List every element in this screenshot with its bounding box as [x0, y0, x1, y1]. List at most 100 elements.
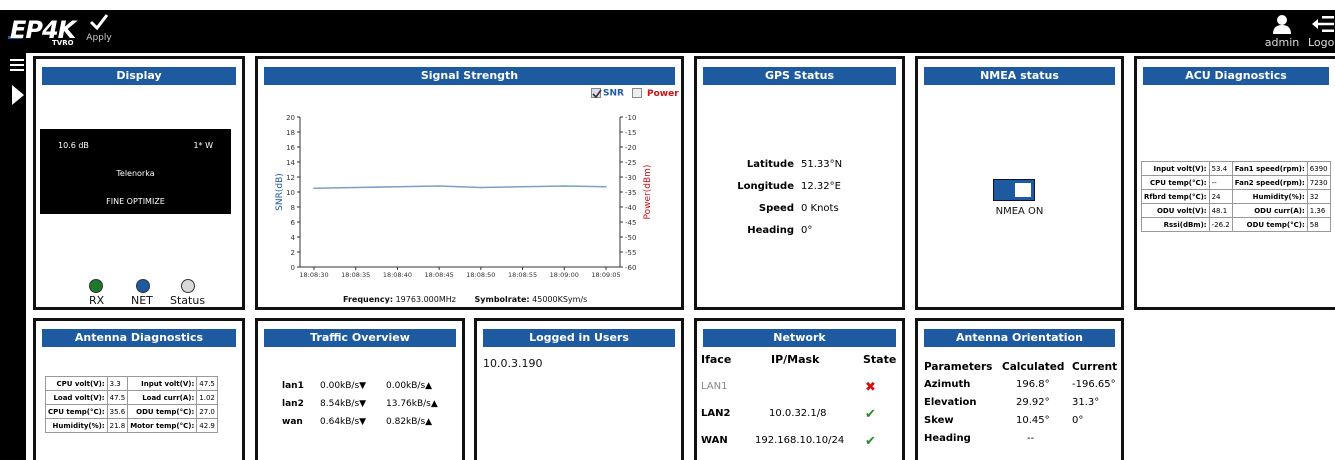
acu-title: ACU Diagnostics [1143, 67, 1329, 85]
orientation-calc: -- [1027, 433, 1035, 444]
network-header: IP/Mask [771, 353, 820, 366]
network-ip: 192.168.10.10/24 [755, 435, 845, 446]
side-nav [0, 53, 26, 460]
frequency-label: Frequency: [343, 295, 394, 304]
snr-point [396, 185, 399, 188]
y2-tick-label: -40 [625, 204, 636, 212]
display-db: 10.6 dB [58, 141, 89, 150]
status-led-label: Status [170, 294, 206, 307]
y-tick-label: 2 [291, 249, 295, 257]
x-tick-label: 18:09:05 [591, 271, 620, 279]
orientation-title: Antenna Orientation [924, 329, 1115, 347]
network-header: State [863, 353, 897, 366]
y-axis-label: SNR(dB) [275, 173, 285, 211]
orientation-calc: 196.8° [1016, 379, 1050, 390]
y-tick-label: 8 [291, 204, 295, 212]
snr-series-line [313, 185, 607, 190]
x-tick-label: 18:08:40 [383, 271, 412, 279]
traffic-iface: lan1 [282, 381, 304, 391]
x-tick-label: 18:08:30 [299, 271, 328, 279]
diag-value: 7230 [1306, 175, 1331, 190]
diag-value: 1.36 [1306, 203, 1331, 218]
y2-tick-label: -60 [625, 264, 636, 272]
snr-point [354, 186, 357, 189]
diag-value: 42.9 [196, 418, 218, 433]
traffic-table: lan1 0.00kB/s▼ 0.00kB/s▲ lan2 8.54kB/s▼ 13.7… [282, 381, 452, 435]
orientation-calc: 29.92° [1016, 397, 1050, 408]
diag-key: Load volt(V): [45, 390, 108, 405]
frequency-value: 19763.000MHz [395, 295, 456, 304]
diag-row: CPU temp(°C): -- Fan2 speed(rpm): 7230 [1141, 175, 1331, 190]
x-tick-label: 18:08:35 [341, 271, 370, 279]
network-header: Iface [701, 353, 732, 366]
apply-button[interactable]: Apply [84, 13, 114, 51]
dashboard: EP4K TVRO Apply admin Logo Display 10.6 … [0, 0, 1335, 460]
y2-tick-label: -10 [625, 114, 636, 122]
menu-icon[interactable] [10, 59, 24, 73]
y2-tick-label: -15 [625, 129, 636, 137]
network-state-error-icon: ✖ [865, 380, 876, 395]
traffic-rx: 8.54kB/s▼ [320, 399, 367, 409]
display-mode: FINE OPTIMIZE [106, 197, 165, 206]
logged-users-panel: Logged in Users 10.0.3.190 [474, 318, 684, 460]
diag-key: Humidity(%): [45, 418, 108, 433]
diag-value: 48.1 [1208, 203, 1233, 218]
user-menu[interactable]: admin [1262, 13, 1302, 49]
diag-key: Rfbrd temp(°C): [1141, 189, 1210, 204]
diag-key: Input volt(V): [127, 376, 198, 391]
logout-button[interactable]: Logo [1308, 13, 1335, 49]
gps-key: Latitude [746, 159, 794, 170]
diag-row: ODU volt(V): 48.1 ODU curr(A): 1.36 [1141, 203, 1331, 218]
diag-key: ODU temp(°C): [127, 404, 198, 419]
diag-value: 3.3 [106, 376, 129, 391]
logo-subtitle: TVRO [52, 39, 74, 47]
orientation-calc: 10.45° [1016, 415, 1050, 426]
signal-panel: Signal Strength SNR Power 0 2 4 6 8 10 12 14 16 1… [255, 56, 684, 310]
diag-row: Rssi(dBm): -26.2 ODU temp(°C): 58 [1141, 217, 1331, 232]
x-tick-label: 18:08:50 [466, 271, 495, 279]
gps-row: Speed 0 Knots [697, 203, 902, 219]
y-tick-label: 18 [286, 129, 295, 137]
snr-point [521, 185, 524, 188]
orientation-row: Heading -- [924, 433, 1120, 451]
diag-value: 35.6 [106, 404, 129, 419]
y2-tick-label: -45 [625, 219, 636, 227]
logged-users-title: Logged in Users [483, 329, 675, 347]
traffic-rx: 0.00kB/s▼ [320, 381, 367, 391]
diag-key: Fan2 speed(rpm): [1231, 175, 1308, 190]
diag-key: Rssi(dBm): [1141, 217, 1210, 232]
nmea-toggle[interactable] [993, 179, 1035, 201]
y-tick-label: 16 [286, 144, 295, 152]
gps-row: Latitude 51.33°N [697, 159, 902, 175]
diag-row: Humidity(%): 21.8 Motor temp(°C): 42.9 [45, 418, 218, 433]
apply-label: Apply [86, 33, 112, 43]
traffic-row: wan 0.64kB/s▼ 0.82kB/s▲ [282, 417, 452, 435]
display-screen: 10.6 dB 1* W Telenorka FINE OPTIMIZE [40, 129, 231, 214]
y-tick-label: 6 [291, 219, 296, 227]
diag-row: Rfbrd temp(°C): 24 Humidity(%): 32 [1141, 189, 1331, 204]
snr-point [605, 185, 607, 188]
traffic-tx: 0.00kB/s▲ [386, 381, 433, 391]
display-title: Display [42, 67, 236, 85]
nmea-label: NMEA ON [995, 206, 1044, 217]
rx-led-icon [89, 279, 103, 293]
diag-key: Fan1 speed(rpm): [1231, 161, 1308, 176]
orientation-param: Elevation [924, 397, 977, 408]
expand-arrow-icon[interactable] [12, 85, 24, 105]
traffic-tx: 13.76kB/s▲ [386, 399, 438, 409]
logout-label: Logo [1308, 36, 1335, 49]
user-icon [1273, 15, 1291, 34]
snr-point [313, 187, 315, 190]
diag-key: ODU volt(V): [1141, 203, 1210, 218]
diag-value: 53.4 [1208, 161, 1233, 176]
gps-key: Speed [758, 203, 794, 214]
diag-value: 32 [1306, 189, 1331, 204]
toggle-knob [1015, 183, 1031, 197]
diag-value: 6390 [1306, 161, 1331, 176]
traffic-panel: Traffic Overview lan1 0.00kB/s▼ 0.00kB/s▲ … [255, 318, 465, 460]
diag-key: CPU volt(V): [45, 376, 108, 391]
y-tick-label: 0 [291, 264, 295, 272]
diag-key: CPU temp(°C): [1141, 175, 1210, 190]
diag-key: CPU temp(°C): [45, 404, 108, 419]
orientation-current: 0° [1072, 415, 1084, 426]
